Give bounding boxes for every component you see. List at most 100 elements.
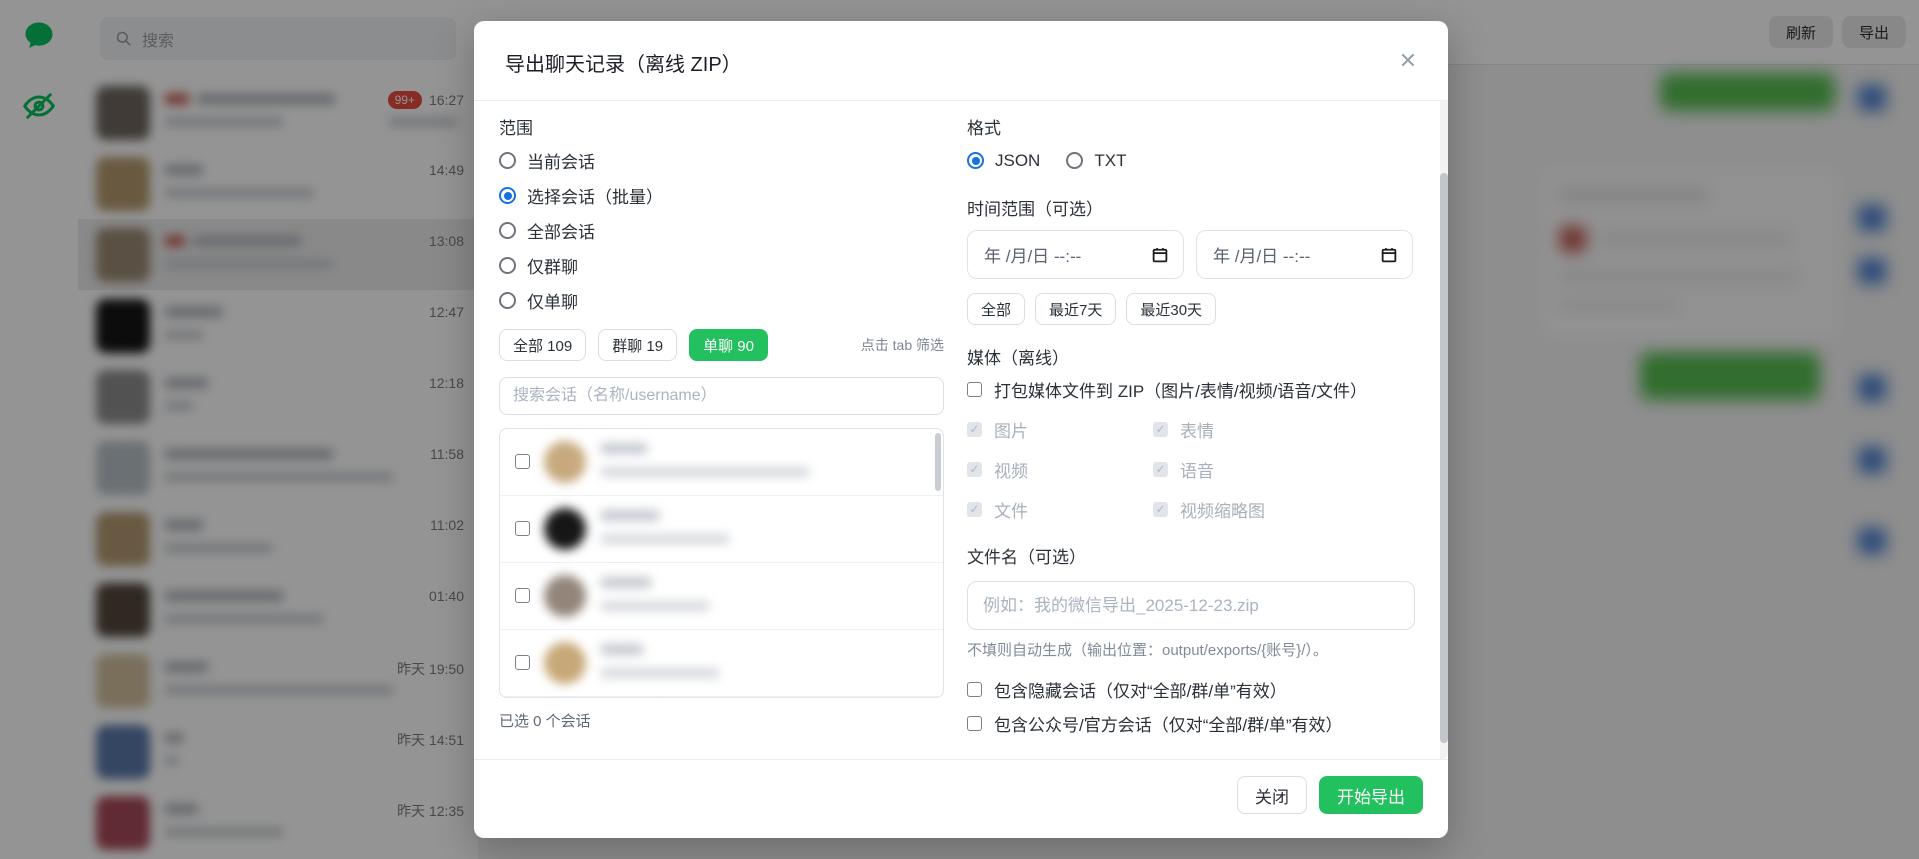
format-label: 格式 [967,114,1415,139]
avatar [544,642,586,684]
close-icon[interactable]: ✕ [1392,45,1424,77]
conversation-row[interactable] [500,697,943,698]
app-window: 搜索 99+16:27 14:49 [0,0,1919,859]
checkbox-checked-disabled-icon: ✓ [1153,422,1168,437]
filename-label: 文件名（可选） [967,543,1415,568]
radio-icon-checked [499,187,516,204]
pack-media-checkbox[interactable]: 打包媒体文件到 ZIP（图片/表情/视频/语音/文件） [967,377,1415,402]
media-type-stickers: ✓ 表情 [1153,417,1415,442]
quick-7days-button[interactable]: 最近7天 [1035,293,1116,325]
conversation-row[interactable] [500,630,943,697]
datetime-placeholder: 年 /月/日 --:-- [1213,242,1310,267]
radio-current-conversation[interactable]: 当前会话 [499,143,944,178]
media-type-videos: ✓ 视频 [967,457,1153,482]
conversation-blur [500,630,943,696]
media-types-grid: ✓ 图片 ✓ 表情 ✓ 视频 ✓ 语音 [967,417,1415,522]
datetime-placeholder: 年 /月/日 --:-- [984,242,1081,267]
radio-format-json[interactable]: JSON [967,143,1040,178]
avatar [544,508,586,550]
checkbox-label: 语音 [1180,457,1214,482]
close-button[interactable]: 关闭 [1237,776,1307,814]
media-type-thumbnails: ✓ 视频缩略图 [1153,497,1415,522]
radio-format-txt[interactable]: TXT [1066,143,1126,178]
conversation-blur [500,697,943,698]
quick-30days-button[interactable]: 最近30天 [1126,293,1216,325]
tab-groups[interactable]: 群聊 19 [598,329,677,361]
radio-label: 当前会话 [527,148,595,173]
tab-hint: 点击 tab 筛选 [861,335,944,355]
export-dialog: 导出聊天记录（离线 ZIP） ✕ 范围 当前会话 选择会话（批量） 全部会话 [474,21,1448,838]
modal-scrollbar-track[interactable] [1440,101,1448,760]
quick-all-button[interactable]: 全部 [967,293,1025,325]
start-datetime-input[interactable]: 年 /月/日 --:-- [967,230,1184,279]
radio-groups-only[interactable]: 仅群聊 [499,248,944,283]
start-export-button[interactable]: 开始导出 [1319,776,1423,814]
scope-label: 范围 [499,114,944,139]
conversation-list [499,428,944,698]
checkbox-label: 表情 [1180,417,1214,442]
tab-all[interactable]: 全部 109 [499,329,586,361]
radio-all-conversations[interactable]: 全部会话 [499,213,944,248]
conversation-row[interactable] [500,563,943,630]
include-hidden-checkbox[interactable]: 包含隐藏会话（仅对“全部/群/单”有效） [967,677,1415,702]
conversation-blur [500,496,943,562]
filename-input[interactable] [967,581,1415,630]
checkbox-icon [967,382,982,397]
radio-label: JSON [995,151,1040,171]
checkbox-checked-disabled-icon: ✓ [1153,462,1168,477]
radio-icon [499,257,516,274]
radio-singles-only[interactable]: 仅单聊 [499,283,944,318]
dialog-body: 范围 当前会话 选择会话（批量） 全部会话 仅群聊 [474,101,1448,760]
include-official-checkbox[interactable]: 包含公众号/官方会话（仅对“全部/群/单”有效） [967,711,1415,736]
media-type-files: ✓ 文件 [967,497,1153,522]
avatar [544,441,586,483]
avatar [544,575,586,617]
calendar-icon[interactable] [1151,246,1169,269]
radio-icon [499,292,516,309]
radio-icon [499,222,516,239]
radio-label: 仅群聊 [527,253,578,278]
calendar-icon[interactable] [1380,246,1398,269]
format-radios: JSON TXT [967,143,1415,178]
radio-icon [499,152,516,169]
dialog-header: 导出聊天记录（离线 ZIP） ✕ [474,21,1448,101]
radio-label: 全部会话 [527,218,595,243]
radio-label: 选择会话（批量） [527,183,663,208]
date-range-inputs: 年 /月/日 --:-- 年 /月/日 --:-- [967,230,1415,279]
checkbox-checked-disabled-icon: ✓ [967,462,982,477]
checkbox-label: 视频 [994,457,1028,482]
modal-scrollbar-thumb[interactable] [1440,173,1448,743]
options-column: 格式 JSON TXT 时间范围（可选） 年 /月/日 --:-- [967,101,1415,736]
end-datetime-input[interactable]: 年 /月/日 --:-- [1196,230,1413,279]
radio-label: TXT [1094,151,1126,171]
checkbox-checked-disabled-icon: ✓ [967,502,982,517]
checkbox-checked-disabled-icon: ✓ [967,422,982,437]
checkbox-label: 包含隐藏会话（仅对“全部/群/单”有效） [994,677,1287,702]
checkbox-label: 视频缩略图 [1180,497,1265,522]
radio-icon [1066,152,1083,169]
radio-label: 仅单聊 [527,288,578,313]
dialog-footer: 关闭 开始导出 [474,759,1448,838]
checkbox-label: 文件 [994,497,1028,522]
scope-column: 范围 当前会话 选择会话（批量） 全部会话 仅群聊 [499,101,944,731]
conversation-row[interactable] [500,429,943,496]
media-type-images: ✓ 图片 [967,417,1153,442]
checkbox-icon [967,682,982,697]
filename-hint: 不填则自动生成（输出位置：output/exports/{账号}/）。 [967,639,1415,660]
checkbox-label: 图片 [994,417,1028,442]
media-label: 媒体（离线） [967,344,1415,369]
conversation-row[interactable] [500,496,943,563]
radio-select-conversations[interactable]: 选择会话（批量） [499,178,944,213]
checkbox-icon [967,716,982,731]
filter-tabs: 全部 109 群聊 19 单聊 90 点击 tab 筛选 [499,329,944,361]
quick-range-buttons: 全部 最近7天 最近30天 [967,293,1415,325]
conversation-blur [500,563,943,629]
media-type-voice: ✓ 语音 [1153,457,1415,482]
tab-singles-active[interactable]: 单聊 90 [689,329,768,361]
dialog-title: 导出聊天记录（离线 ZIP） [505,48,742,77]
checkbox-label: 包含公众号/官方会话（仅对“全部/群/单”有效） [994,711,1343,736]
selected-count: 已选 0 个会话 [499,710,944,731]
checkbox-checked-disabled-icon: ✓ [1153,502,1168,517]
list-scrollbar-thumb[interactable] [935,433,941,491]
conversation-search-input[interactable] [499,377,944,415]
